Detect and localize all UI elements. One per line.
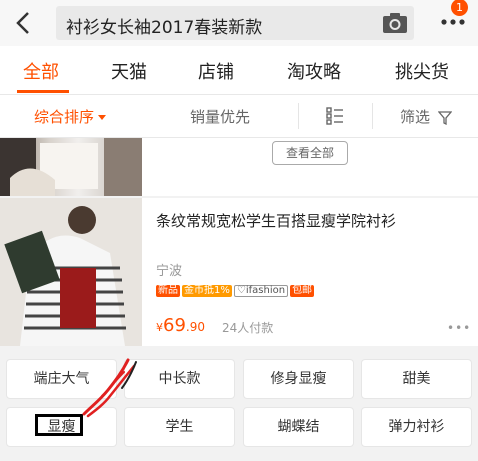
divider: [372, 103, 373, 129]
filter-chip[interactable]: 弹力衬衫: [361, 407, 472, 447]
price-decimal: .90: [185, 320, 205, 334]
tag-coin-discount: 金币抵1%: [182, 285, 232, 297]
filter-button[interactable]: 筛选: [400, 106, 452, 127]
tab-shops[interactable]: 店铺: [198, 58, 234, 84]
divider: [298, 103, 299, 129]
product-image[interactable]: [0, 198, 142, 346]
product-tags: 新品 金币抵1% ♡ifashion 包邮: [156, 285, 316, 299]
more-options-icon[interactable]: •••: [447, 321, 471, 335]
product-photo-placeholder: [0, 138, 142, 196]
currency-symbol: ¥: [156, 321, 163, 334]
back-arrow-icon[interactable]: [10, 8, 40, 38]
search-input[interactable]: 衬衫女长袖2017春装新款: [56, 6, 414, 40]
product-title: 条纹常规宽松学生百搭显瘦学院衬衫: [156, 212, 397, 230]
list-view-icon[interactable]: [326, 107, 344, 125]
sort-by-sales[interactable]: 销量优先: [190, 106, 250, 127]
filter-chip[interactable]: 修身显瘦: [243, 359, 354, 399]
filter-chip[interactable]: 蝴蝶结: [243, 407, 354, 447]
filter-label: 筛选: [400, 108, 431, 126]
filter-chip[interactable]: 学生: [124, 407, 235, 447]
tab-premium[interactable]: 挑尖货: [395, 58, 449, 84]
tab-all[interactable]: 全部: [23, 58, 59, 84]
sort-composite-label: 综合排序: [34, 108, 95, 126]
dropdown-caret-icon: [98, 115, 107, 120]
filter-funnel-icon: [437, 110, 452, 125]
active-tab-indicator: [17, 90, 69, 93]
tag-free-shipping: 包邮: [290, 285, 315, 297]
sort-composite[interactable]: 综合排序: [34, 106, 107, 127]
search-query: 衬衫女长袖2017春装新款: [66, 18, 263, 38]
category-tabs: 全部 天猫 店铺 淘攻略 挑尖货: [0, 46, 478, 95]
product-photo-placeholder: [0, 198, 142, 346]
tab-tmall[interactable]: 天猫: [111, 58, 147, 84]
tag-ifashion: ♡ifashion: [233, 285, 289, 297]
view-all-button[interactable]: 查看全部: [272, 141, 348, 165]
product-price: ¥69.90: [156, 315, 205, 336]
top-bar: 衬衫女长袖2017春装新款 1: [0, 0, 478, 46]
tab-guides[interactable]: 淘攻略: [287, 58, 341, 84]
filter-chips: 端庄大气 中长款 修身显瘦 甜美 显瘦 学生 蝴蝶结 弹力衬衫: [0, 349, 478, 461]
tag-new: 新品: [156, 285, 180, 297]
sold-count: 24人付款: [222, 321, 274, 335]
price-integer: 69: [163, 315, 186, 336]
annotation-highlight-box: [35, 414, 83, 436]
filter-chip[interactable]: 端庄大气: [6, 359, 117, 399]
filter-chip[interactable]: 甜美: [361, 359, 472, 399]
product-image[interactable]: [0, 138, 142, 196]
sort-bar: 综合排序 销量优先 筛选: [0, 95, 478, 138]
result-row-partial: 查看全部: [0, 138, 478, 196]
filter-chip[interactable]: 中长款: [124, 359, 235, 399]
camera-icon[interactable]: [382, 11, 408, 35]
product-card[interactable]: 条纹常规宽松学生百搭显瘦学院衬衫 宁波 新品 金币抵1% ♡ifashion 包…: [0, 198, 478, 346]
product-location: 宁波: [156, 264, 183, 279]
